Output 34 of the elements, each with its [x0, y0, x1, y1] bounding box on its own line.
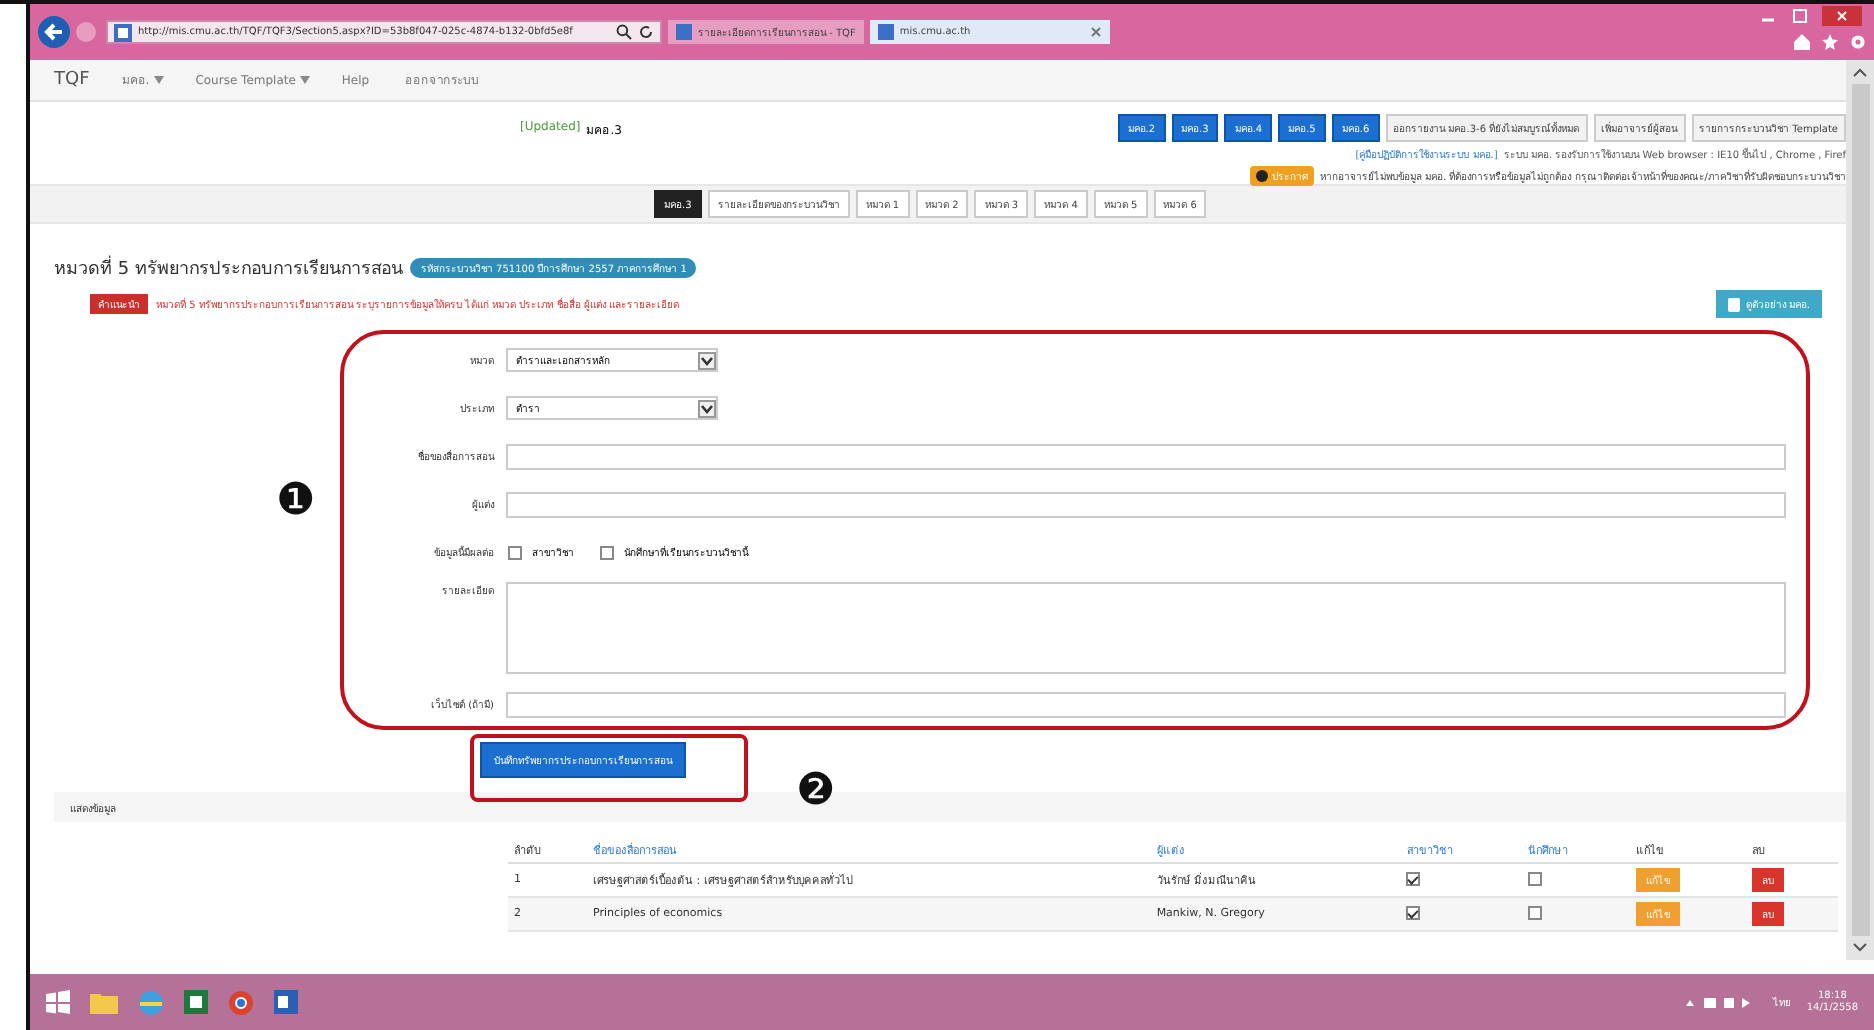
home-icon[interactable] [1794, 34, 1810, 50]
search-icon[interactable] [616, 24, 632, 40]
caret-icon [698, 351, 716, 369]
maximize-icon[interactable] [1790, 8, 1810, 24]
scrollbar[interactable] [1846, 60, 1874, 960]
info-icon [1255, 170, 1268, 182]
checkbox[interactable] [508, 545, 522, 559]
caret-icon [698, 399, 716, 417]
close-icon[interactable] [1822, 6, 1862, 26]
folder-icon[interactable] [90, 990, 118, 1014]
browser-icon[interactable] [138, 989, 164, 1015]
page-title: หมวดที่ 5 ทรัพยากรประกอบการเรียนการสอน [54, 254, 403, 282]
scroll-up-icon[interactable] [1852, 66, 1868, 78]
scroll-down-icon[interactable] [1852, 942, 1868, 954]
refresh-icon[interactable] [638, 24, 654, 40]
spreadsheet-icon[interactable] [184, 990, 208, 1014]
annotation-number: ❷ [796, 770, 836, 814]
scroll-thumb[interactable] [1851, 84, 1869, 936]
caret-icon[interactable] [153, 76, 164, 84]
settings-icon[interactable] [1850, 34, 1866, 50]
close-icon[interactable] [1089, 26, 1102, 38]
page-icon [877, 24, 894, 40]
input-field[interactable] [506, 691, 1786, 717]
star-icon[interactable] [1822, 34, 1838, 50]
checkbox[interactable] [600, 545, 614, 559]
caret-icon[interactable] [299, 76, 310, 84]
input-field[interactable] [506, 491, 1786, 517]
page-icon [114, 23, 132, 41]
document-icon [1727, 297, 1740, 311]
annotation-number: ❶ [276, 480, 316, 524]
brand-link[interactable]: TQF [54, 70, 90, 90]
page-icon [676, 24, 692, 40]
input-field[interactable] [506, 443, 1786, 469]
back-icon[interactable] [38, 16, 70, 48]
